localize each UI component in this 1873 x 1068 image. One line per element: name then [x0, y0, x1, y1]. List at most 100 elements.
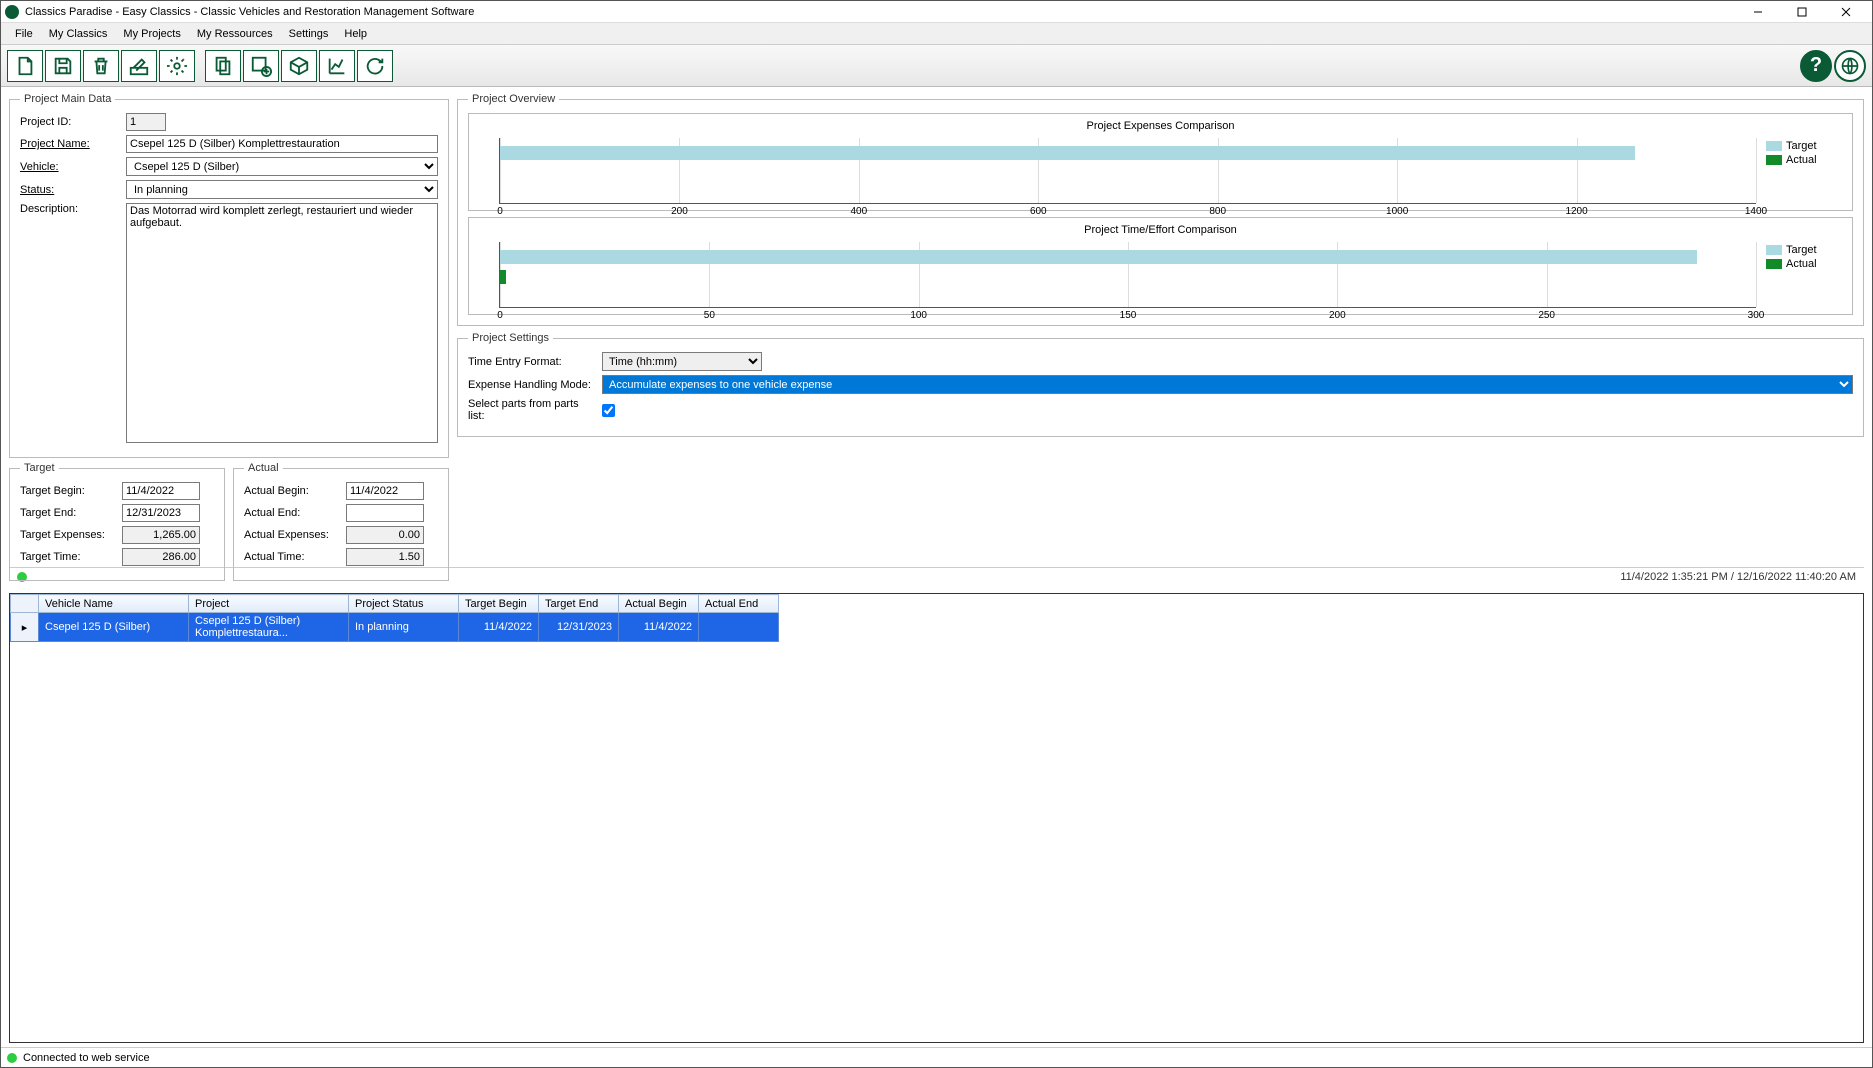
new-icon[interactable]: [7, 50, 43, 82]
time-chart-plot: 050100150200250300: [499, 242, 1756, 308]
package-icon[interactable]: [281, 50, 317, 82]
grid-rowhead[interactable]: [11, 595, 39, 613]
cell-target-begin[interactable]: 11/4/2022: [459, 613, 539, 642]
delete-icon[interactable]: [83, 50, 119, 82]
actual-exp-field: [346, 526, 424, 544]
save-icon[interactable]: [45, 50, 81, 82]
target-group: Target Target Begin: Target End: Target …: [9, 462, 225, 581]
project-id-field: [126, 113, 166, 131]
description-field[interactable]: Das Motorrad wird komplett zerlegt, rest…: [126, 203, 438, 443]
project-overview: Project Overview Project Expenses Compar…: [457, 93, 1864, 326]
status-label: Status:: [20, 184, 120, 196]
expense-mode-select[interactable]: Accumulate expenses to one vehicle expen…: [602, 375, 1853, 394]
project-settings: Project Settings Time Entry Format: Time…: [457, 332, 1864, 437]
status-time: 11/4/2022 1:35:21 PM / 12/16/2022 11:40:…: [1620, 571, 1856, 583]
expenses-chart: Project Expenses Comparison 020040060080…: [468, 113, 1853, 211]
col-actual-end[interactable]: Actual End: [699, 595, 779, 613]
connection-dot-icon: [7, 1053, 17, 1063]
minimize-button[interactable]: [1736, 2, 1780, 22]
globe-icon[interactable]: [1834, 50, 1866, 82]
chart-icon[interactable]: [319, 50, 355, 82]
target-time-label: Target Time:: [20, 551, 116, 563]
app-window: Classics Paradise - Easy Classics - Clas…: [0, 0, 1873, 1068]
menu-help[interactable]: Help: [336, 26, 375, 42]
actual-end-field[interactable]: [346, 504, 424, 522]
cell-target-end[interactable]: 12/31/2023: [539, 613, 619, 642]
col-target-begin[interactable]: Target Begin: [459, 595, 539, 613]
actual-exp-label: Actual Expenses:: [244, 529, 340, 541]
col-vehicle[interactable]: Vehicle Name: [39, 595, 189, 613]
edit-icon[interactable]: [121, 50, 157, 82]
toolbar: ?: [1, 45, 1872, 87]
copy-icon[interactable]: [205, 50, 241, 82]
cell-project[interactable]: Csepel 125 D (Silber) Komplettrestaura..…: [189, 613, 349, 642]
menu-my-projects[interactable]: My Projects: [115, 26, 188, 42]
cell-vehicle[interactable]: Csepel 125 D (Silber): [39, 613, 189, 642]
target-exp-field: [122, 526, 200, 544]
expenses-chart-plot: 0200400600800100012001400: [499, 138, 1756, 204]
vehicle-label: Vehicle:: [20, 161, 120, 173]
legend-actual-2: Actual: [1786, 258, 1817, 270]
parts-checkbox[interactable]: [602, 404, 615, 417]
time-format-select[interactable]: Time (hh:mm): [602, 352, 762, 371]
project-name-label: Project Name:: [20, 138, 120, 150]
cell-actual-end[interactable]: [699, 613, 779, 642]
settings-legend: Project Settings: [468, 332, 553, 344]
time-format-label: Time Entry Format:: [468, 356, 596, 368]
row-selector-icon[interactable]: ▸: [11, 613, 39, 642]
close-button[interactable]: [1824, 2, 1868, 22]
menubar: File My Classics My Projects My Ressourc…: [1, 23, 1872, 45]
actual-time-field: [346, 548, 424, 566]
content-area: Project Main Data Project ID: Project Na…: [1, 87, 1872, 1047]
legend-target-2: Target: [1786, 244, 1817, 256]
target-time-field: [122, 548, 200, 566]
maximize-button[interactable]: [1780, 2, 1824, 22]
overview-legend: Project Overview: [468, 93, 559, 105]
col-actual-begin[interactable]: Actual Begin: [619, 595, 699, 613]
parts-label: Select parts from parts list:: [468, 398, 596, 422]
actual-begin-field[interactable]: [346, 482, 424, 500]
target-legend: Target: [20, 462, 59, 474]
help-icon[interactable]: ?: [1800, 50, 1832, 82]
add-box-icon[interactable]: [243, 50, 279, 82]
actual-legend: Actual: [244, 462, 283, 474]
table-row[interactable]: ▸ Csepel 125 D (Silber) Csepel 125 D (Si…: [11, 613, 779, 642]
col-status[interactable]: Project Status: [349, 595, 459, 613]
actual-time-label: Actual Time:: [244, 551, 340, 563]
titlebar: Classics Paradise - Easy Classics - Clas…: [1, 1, 1872, 23]
target-end-label: Target End:: [20, 507, 116, 519]
cell-actual-begin[interactable]: 11/4/2022: [619, 613, 699, 642]
status-select[interactable]: In planning: [126, 180, 438, 199]
actual-end-label: Actual End:: [244, 507, 340, 519]
target-exp-label: Target Expenses:: [20, 529, 116, 541]
col-project[interactable]: Project: [189, 595, 349, 613]
project-main-legend: Project Main Data: [20, 93, 115, 105]
target-begin-label: Target Begin:: [20, 485, 116, 497]
legend-target: Target: [1786, 140, 1817, 152]
footer-status: Connected to web service: [1, 1047, 1872, 1067]
expenses-chart-title: Project Expenses Comparison: [475, 120, 1846, 132]
menu-my-ressources[interactable]: My Ressources: [189, 26, 281, 42]
col-target-end[interactable]: Target End: [539, 595, 619, 613]
time-chart-legend: Target Actual: [1766, 238, 1846, 308]
menu-file[interactable]: File: [7, 26, 41, 42]
expenses-chart-legend: Target Actual: [1766, 134, 1846, 204]
expense-mode-label: Expense Handling Mode:: [468, 379, 596, 391]
window-title: Classics Paradise - Easy Classics - Clas…: [25, 6, 1736, 18]
legend-actual: Actual: [1786, 154, 1817, 166]
target-begin-field[interactable]: [122, 482, 200, 500]
gear-icon[interactable]: [159, 50, 195, 82]
projects-grid[interactable]: Vehicle Name Project Project Status Targ…: [9, 593, 1864, 1043]
menu-settings[interactable]: Settings: [281, 26, 337, 42]
description-label: Description:: [20, 203, 120, 215]
target-end-field[interactable]: [122, 504, 200, 522]
refresh-icon[interactable]: [357, 50, 393, 82]
cell-status[interactable]: In planning: [349, 613, 459, 642]
vehicle-select[interactable]: Csepel 125 D (Silber): [126, 157, 438, 176]
actual-group: Actual Actual Begin: Actual End: Actual …: [233, 462, 449, 581]
project-id-label: Project ID:: [20, 116, 120, 128]
menu-my-classics[interactable]: My Classics: [41, 26, 116, 42]
time-chart: Project Time/Effort Comparison 050100150…: [468, 217, 1853, 315]
project-name-field[interactable]: [126, 135, 438, 153]
time-chart-title: Project Time/Effort Comparison: [475, 224, 1846, 236]
